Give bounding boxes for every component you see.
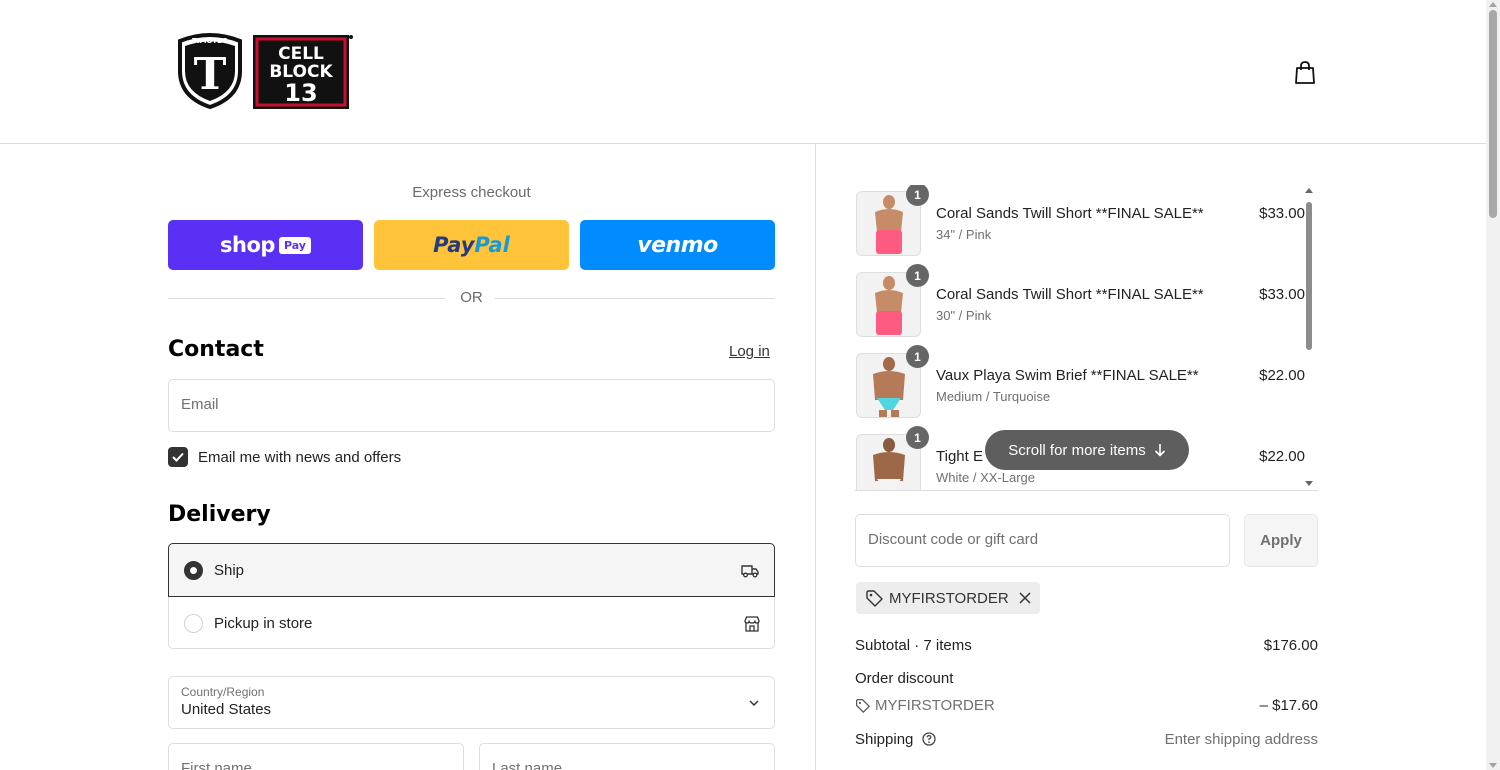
delivery-method-group: Ship Pickup in store — [168, 543, 775, 649]
shop-pay-badge: Pay — [278, 236, 311, 254]
venmo-wordmark: venmo — [637, 232, 718, 258]
scroll-up-arrow[interactable] — [1305, 188, 1313, 193]
product-price: $33.00 — [1259, 205, 1305, 222]
shopping-bag-icon[interactable] — [1292, 60, 1318, 86]
timoteo-logo[interactable]: TIMOTEO T — [176, 31, 244, 109]
applied-discount-code: MYFIRSTORDER — [889, 589, 1009, 607]
last-name-placeholder: Last name — [492, 760, 563, 770]
scroll-down-arrow[interactable] — [1489, 763, 1497, 768]
paypal-wordmark-pay: Pay — [433, 233, 475, 257]
venmo-button[interactable]: venmo — [580, 220, 775, 270]
first-name-field[interactable]: First name — [168, 743, 464, 770]
product-price: $22.00 — [1259, 448, 1305, 465]
product-name: Vaux Playa Swim Brief **FINAL SALE** — [936, 367, 1199, 384]
quantity-badge: 1 — [906, 264, 929, 287]
help-icon[interactable] — [921, 732, 936, 746]
cart-item: 1 Vaux Playa Swim Brief **FINAL SALE** M… — [855, 345, 1305, 418]
order-discount-row: Order discount — [855, 670, 1318, 687]
login-link[interactable]: Log in — [729, 343, 770, 360]
ship-label: Ship — [214, 561, 245, 579]
first-name-placeholder: First name — [181, 760, 252, 770]
express-checkout-label: Express checkout — [412, 184, 531, 201]
discount-code-field[interactable]: Discount code or gift card — [855, 514, 1230, 567]
discount-placeholder: Discount code or gift card — [868, 531, 1039, 548]
pickup-option[interactable]: Pickup in store — [169, 597, 776, 650]
country-select[interactable]: Country/Region United States — [168, 676, 775, 729]
product-variant: 30" / Pink — [936, 308, 992, 323]
pickup-radio[interactable] — [184, 614, 203, 633]
or-divider: OR — [168, 288, 775, 308]
shipping-value: Enter shipping address — [1164, 731, 1318, 748]
delivery-title: Delivery — [168, 502, 271, 527]
scroll-up-arrow[interactable] — [1489, 2, 1497, 7]
shipping-row: Shipping Enter shipping address — [855, 731, 1318, 748]
quantity-badge: 1 — [906, 345, 929, 368]
product-variant: 34" / Pink — [936, 227, 992, 242]
quantity-badge: 1 — [906, 426, 929, 449]
product-price: $33.00 — [1259, 286, 1305, 303]
cart-item: 1 Coral Sands Twill Short **FINAL SALE**… — [855, 185, 1305, 256]
product-name: Tight E — [936, 448, 983, 465]
email-field[interactable]: Email — [168, 379, 775, 432]
subtotal-value: $176.00 — [1263, 637, 1318, 654]
order-discount-label: Order discount — [855, 670, 954, 687]
product-variant: Medium / Turquoise — [936, 389, 1051, 404]
truck-icon — [741, 565, 759, 578]
product-price: $22.00 — [1259, 367, 1305, 384]
newsletter-label: Email me with news and offers — [198, 448, 402, 466]
scrollbar-thumb[interactable] — [1306, 202, 1312, 350]
product-name: Coral Sands Twill Short **FINAL SALE** — [936, 205, 1204, 222]
product-name: Coral Sands Twill Short **FINAL SALE** — [936, 286, 1204, 303]
svg-text:TIMOTEO: TIMOTEO — [192, 37, 228, 45]
ship-radio[interactable] — [184, 560, 203, 580]
newsletter-checkbox[interactable] — [168, 447, 188, 467]
applied-discount-tag: MYFIRSTORDER — [856, 582, 1040, 614]
scroll-down-arrow[interactable] — [1305, 481, 1313, 486]
country-value: United States — [181, 701, 272, 718]
contact-title: Contact — [168, 337, 264, 362]
svg-text:13: 13 — [284, 79, 317, 107]
paypal-button[interactable]: Pay Pal — [374, 220, 569, 270]
apply-discount-button[interactable]: Apply — [1244, 514, 1318, 567]
last-name-field[interactable]: Last name — [479, 743, 775, 770]
product-variant: White / XX-Large — [936, 470, 1035, 485]
ship-option[interactable]: Ship — [168, 543, 775, 597]
discount-value: – $17.60 — [1259, 697, 1318, 714]
scrollbar-thumb[interactable] — [1489, 10, 1497, 218]
remove-discount-icon[interactable] — [1019, 592, 1031, 604]
svg-text:CELL: CELL — [278, 44, 324, 64]
chevron-down-icon — [749, 700, 759, 707]
quantity-badge: 1 — [906, 185, 929, 206]
arrow-down-icon — [1154, 444, 1165, 457]
scroll-hint-text: Scroll for more items — [1008, 441, 1146, 459]
scroll-for-more-button[interactable]: Scroll for more items — [985, 430, 1189, 470]
subtotal-label: Subtotal · 7 items — [855, 637, 972, 654]
email-placeholder: Email — [181, 396, 219, 413]
pickup-label: Pickup in store — [214, 615, 313, 632]
divider-line — [495, 298, 775, 299]
shop-pay-button[interactable]: shop Pay — [168, 220, 363, 270]
cellblock-logo[interactable]: CELL BLOCK 13 — [252, 34, 354, 110]
checkout-page: TIMOTEO T CELL BLOCK 13 Express checkout… — [0, 0, 1500, 770]
discount-code-text: MYFIRSTORDER — [875, 697, 995, 714]
discount-code-row: MYFIRSTORDER – $17.60 — [855, 697, 1318, 714]
subtotal-row: Subtotal · 7 items $176.00 — [855, 637, 1318, 654]
cart-item: 1 Coral Sands Twill Short **FINAL SALE**… — [855, 264, 1305, 337]
header: TIMOTEO T CELL BLOCK 13 — [0, 0, 1486, 144]
shipping-label: Shipping — [855, 731, 914, 748]
page-scrollbar[interactable] — [1486, 0, 1500, 770]
country-label: Country/Region — [181, 685, 265, 699]
newsletter-checkbox-row[interactable]: Email me with news and offers — [168, 446, 401, 468]
paypal-wordmark-pal: Pal — [474, 233, 510, 257]
cart-items-scrollbar[interactable] — [1305, 188, 1315, 486]
check-icon — [172, 452, 184, 462]
shop-pay-wordmark: shop — [220, 233, 275, 257]
tag-icon — [856, 699, 870, 713]
discount-code-summary: MYFIRSTORDER — [855, 697, 1318, 714]
tag-icon — [866, 590, 883, 607]
store-icon — [744, 615, 760, 632]
svg-text:T: T — [194, 49, 227, 100]
